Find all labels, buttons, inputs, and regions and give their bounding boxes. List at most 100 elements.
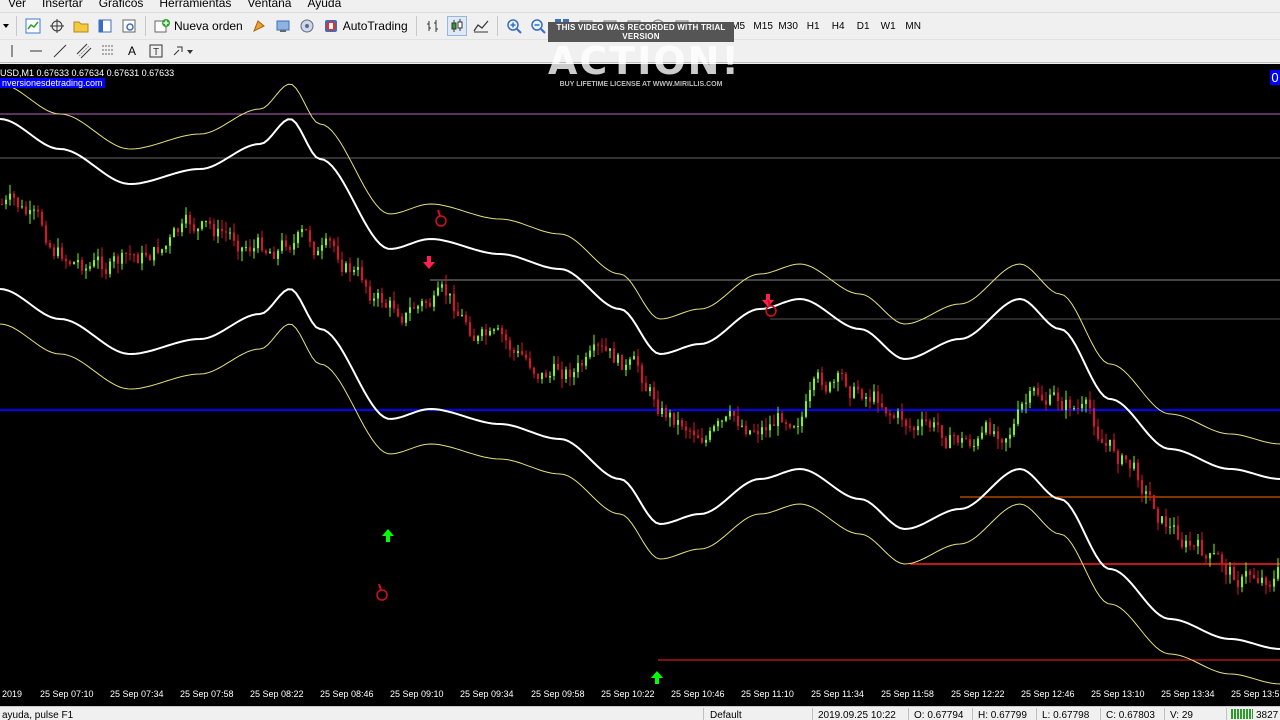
candle-bullish: [321, 245, 323, 251]
candle-bullish: [173, 228, 175, 238]
candle-bearish: [401, 316, 403, 323]
candle-bearish: [701, 437, 703, 443]
period-h4[interactable]: H4: [826, 21, 851, 32]
period-m15[interactable]: M15: [751, 21, 776, 32]
status-close: C: 0.67803: [1106, 710, 1155, 720]
candle-bearish: [25, 206, 27, 215]
arrows-dropdown-icon[interactable]: [170, 41, 194, 61]
candle-bearish: [989, 422, 991, 435]
candle-bullish: [721, 420, 723, 422]
horizontal-line-icon[interactable]: [26, 41, 46, 61]
price-chart[interactable]: USD,M1 0.67633 0.67634 0.67631 0.67633 n…: [0, 64, 1280, 706]
trendline-icon[interactable]: [50, 41, 70, 61]
tile-windows-icon[interactable]: [552, 16, 572, 36]
candle-bullish: [593, 344, 595, 351]
candle-bullish: [853, 386, 855, 398]
candle-bearish: [1129, 459, 1131, 469]
time-axis-label: 25 Sep 07:34: [110, 689, 164, 699]
equidistant-channel-icon[interactable]: [74, 41, 94, 61]
vertical-line-icon[interactable]: [2, 41, 22, 61]
candle-bearish: [1, 204, 3, 205]
market-watch-icon[interactable]: [119, 16, 139, 36]
metaeditor-icon[interactable]: [249, 16, 269, 36]
templates-icon[interactable]: [672, 16, 692, 36]
menu-graficos[interactable]: Gráficos: [91, 0, 152, 9]
menu-ver[interactable]: Ver: [0, 0, 34, 9]
navigator-icon[interactable]: [95, 16, 115, 36]
line-chart-icon[interactable]: [471, 16, 491, 36]
candle-bullish: [617, 354, 619, 363]
candlestick-plot[interactable]: [0, 64, 1280, 706]
buy-arrow-icon: [382, 529, 394, 542]
candle-bullish: [985, 422, 987, 433]
candle-bearish: [137, 254, 139, 264]
candlestick-chart-icon[interactable]: [446, 16, 467, 36]
candle-bearish: [1153, 495, 1155, 509]
candle-bearish: [533, 367, 535, 374]
candle-bullish: [449, 293, 451, 296]
status-high: H: 0.67799: [978, 710, 1027, 720]
autotrading-button[interactable]: AutoTrading: [319, 15, 412, 37]
candle-bearish: [249, 247, 251, 252]
candle-bullish: [277, 250, 279, 259]
candle-bearish: [129, 253, 131, 255]
candle-bearish: [361, 267, 363, 281]
zoom-in-icon[interactable]: [504, 16, 524, 36]
candle-bullish: [1109, 439, 1111, 446]
candle-bullish: [1081, 403, 1083, 409]
period-h1[interactable]: H1: [801, 21, 826, 32]
candle-bullish: [729, 411, 731, 417]
menu-ventana[interactable]: Ventana: [239, 0, 299, 9]
period-m30[interactable]: M30: [776, 21, 801, 32]
candle-bearish: [233, 232, 235, 241]
candle-bearish: [485, 329, 487, 336]
candle-bearish: [101, 256, 103, 270]
candle-bearish: [1113, 439, 1115, 451]
zoom-out-icon[interactable]: [528, 16, 548, 36]
candle-bearish: [1217, 553, 1219, 555]
time-axis-label: 25 Sep 08:46: [320, 689, 374, 699]
period-m5[interactable]: M5: [726, 21, 751, 32]
profiles-folder-icon[interactable]: [71, 16, 91, 36]
candle-bullish: [1241, 576, 1243, 588]
candle-bearish: [1045, 400, 1047, 405]
candle-bearish: [149, 255, 151, 261]
autoscroll-icon[interactable]: [600, 16, 620, 36]
indicators-icon[interactable]: [624, 16, 644, 36]
bar-chart-icon[interactable]: [423, 16, 443, 36]
hand-signal-icon: [378, 583, 382, 591]
period-mn[interactable]: MN: [901, 21, 926, 32]
candle-bullish: [805, 401, 807, 417]
text-tool-icon[interactable]: A: [122, 41, 142, 61]
candle-bearish: [621, 354, 623, 370]
chart-shift-icon[interactable]: [576, 16, 596, 36]
candle-bearish: [821, 372, 823, 386]
candle-bearish: [69, 261, 71, 265]
new-chart-icon[interactable]: [23, 16, 43, 36]
candle-bullish: [549, 376, 551, 378]
strategy-tester-icon[interactable]: [297, 16, 317, 36]
candle-bearish: [529, 358, 531, 368]
time-axis-label: 25 Sep 09:10: [390, 689, 444, 699]
candle-bearish: [189, 214, 191, 225]
menu-insertar[interactable]: Insertar: [34, 0, 91, 9]
menu-herramientas[interactable]: Herramientas: [151, 0, 239, 9]
crosshair-icon[interactable]: [47, 16, 67, 36]
new-order-icon: [154, 19, 170, 33]
fibonacci-icon[interactable]: [98, 41, 118, 61]
candle-bearish: [1269, 584, 1271, 587]
candle-bearish: [737, 415, 739, 427]
text-label-icon[interactable]: T: [146, 41, 166, 61]
period-m1[interactable]: M1: [701, 21, 726, 32]
new-order-button[interactable]: Nueva orden: [150, 15, 247, 37]
period-d1[interactable]: D1: [851, 21, 876, 32]
candle-bearish: [697, 435, 699, 438]
dropdown-arrow-icon[interactable]: [2, 16, 10, 36]
menu-ayuda[interactable]: Ayuda: [299, 0, 349, 9]
brand-label[interactable]: nversionesdetrading.com: [0, 78, 105, 88]
period-clock-icon[interactable]: [648, 16, 668, 36]
terminal-icon[interactable]: [273, 16, 293, 36]
period-w1[interactable]: W1: [876, 21, 901, 32]
candle-bearish: [613, 348, 615, 363]
candle-bearish: [1117, 450, 1119, 465]
